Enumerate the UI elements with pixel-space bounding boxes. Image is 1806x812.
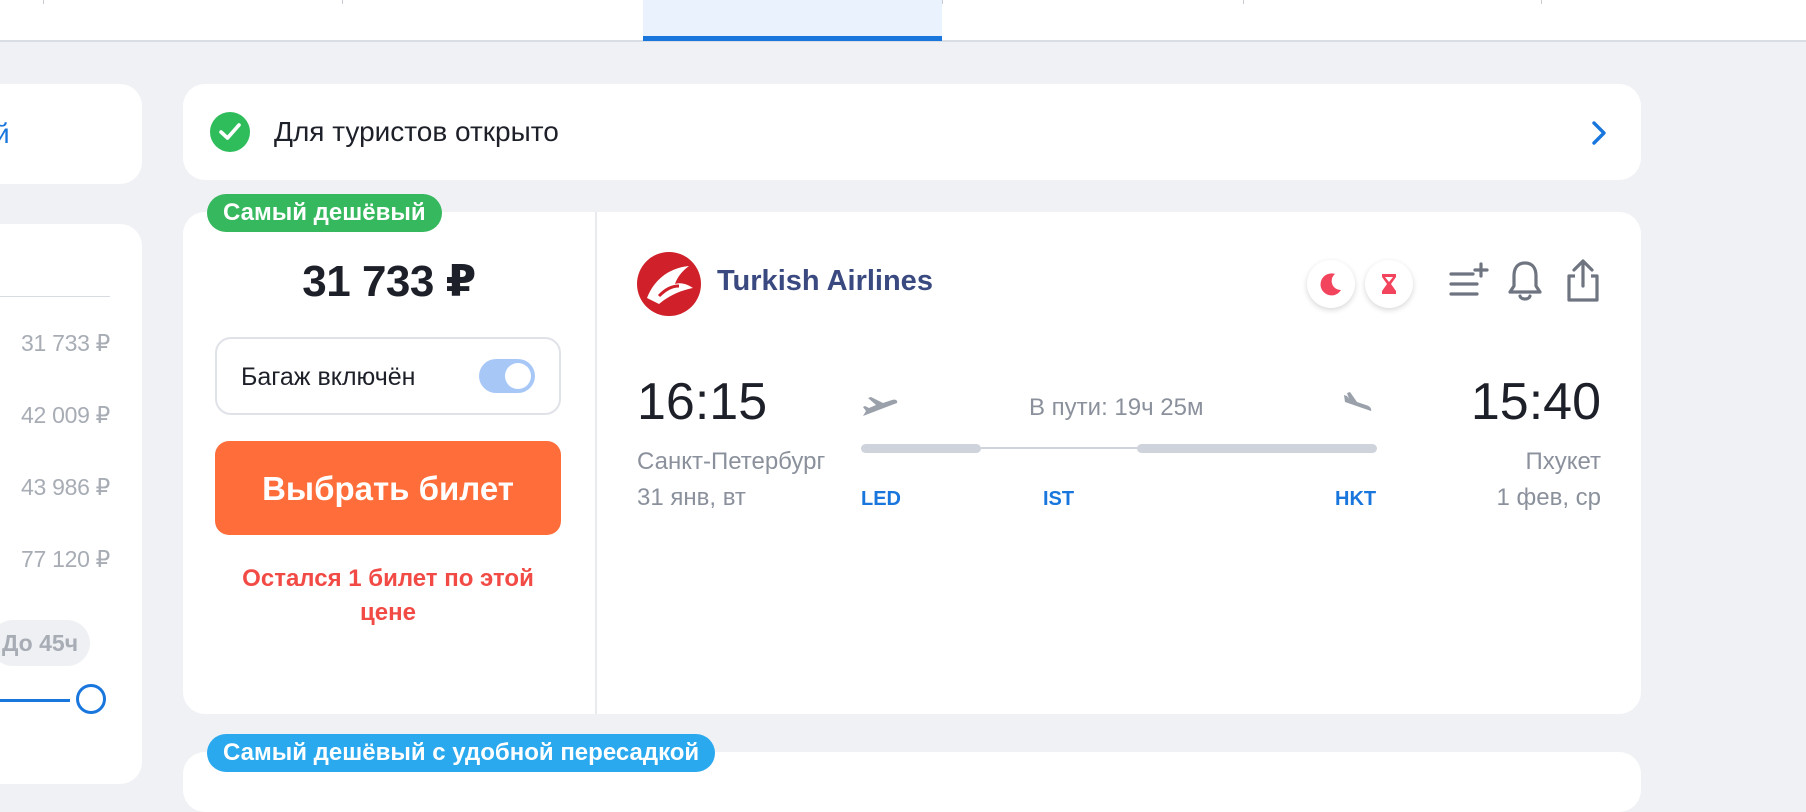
sidebar-link-fragment[interactable]: й (0, 118, 10, 150)
check-circle-icon (210, 112, 250, 152)
arrival-city: Пхукет (1525, 448, 1601, 475)
ticket-divider (595, 212, 597, 714)
departure-city: Санкт-Петербург (637, 448, 826, 475)
turkish-airlines-logo (637, 252, 701, 316)
arrival-airport-code: HKT (1335, 488, 1377, 510)
select-ticket-button[interactable]: Выбрать билет (215, 441, 561, 535)
chevron-right-icon[interactable] (1591, 120, 1607, 146)
hourglass-icon (1365, 260, 1413, 308)
duration-chip-label: До 45ч (2, 630, 79, 656)
ticket-card: 31 733 ₽ Багаж включён Выбрать билет Ост… (183, 212, 1641, 714)
departure-date: 31 янв, вт (637, 484, 746, 511)
tab-4[interactable] (942, 0, 1242, 40)
sidebar-price: 31 733 ₽ (21, 330, 110, 356)
baggage-toggle-row[interactable]: Багаж включён (215, 337, 561, 415)
tab-5[interactable] (1243, 0, 1543, 40)
duration-chip: До 45ч (0, 620, 90, 666)
arrival-date: 1 фев, ср (1496, 484, 1601, 511)
departure-time: 16:15 (637, 373, 768, 431)
flight-segment-1 (861, 444, 981, 453)
tab-2[interactable] (342, 0, 642, 40)
sidebar-price: 42 009 ₽ (21, 402, 110, 428)
add-to-list-icon[interactable] (1447, 258, 1489, 302)
tab-active[interactable] (643, 0, 942, 41)
bell-icon[interactable] (1505, 258, 1545, 304)
entry-rules-banner[interactable]: Для туристов открыто (183, 84, 1641, 180)
duration-slider-track[interactable] (0, 699, 70, 702)
plane-takeoff-icon (863, 397, 898, 416)
sidebar-divider (0, 296, 110, 297)
baggage-label: Багаж включён (241, 363, 416, 391)
tab-6[interactable] (1541, 0, 1806, 40)
arrival-time: 15:40 (1470, 373, 1601, 431)
airline-name: Turkish Airlines (717, 265, 933, 297)
baggage-toggle[interactable] (479, 359, 535, 393)
share-icon[interactable] (1563, 258, 1603, 304)
sidebar-price: 77 120 ₽ (21, 546, 110, 572)
flight-segment-2 (1137, 444, 1377, 453)
tab-1[interactable] (43, 0, 343, 40)
last-ticket-warning: Остался 1 билет по этой цене (242, 565, 534, 626)
banner-text: Для туристов открыто (274, 116, 559, 147)
flight-duration: В пути: 19ч 25м (1029, 394, 1204, 421)
sidebar-filter-card: 31 733 ₽ 42 009 ₽ 43 986 ₽ 77 120 ₽ До 4… (0, 224, 142, 784)
departure-airport-code: LED (861, 488, 901, 510)
sidebar-link-card: й (0, 84, 142, 184)
duration-slider-handle[interactable] (76, 684, 106, 714)
top-tab-bar (0, 0, 1806, 42)
sidebar-price: 43 986 ₽ (21, 474, 110, 500)
transfer-airport-code: IST (1043, 488, 1075, 510)
moon-icon (1307, 260, 1355, 308)
ticket-price: 31 733 ₽ (302, 257, 476, 306)
plane-landing-icon (1344, 392, 1372, 411)
cheapest-badge: Самый дешёвый (207, 194, 442, 232)
layover-line (981, 447, 1139, 449)
convenient-transfer-badge: Самый дешёвый с удобной пересадкой (207, 734, 716, 772)
